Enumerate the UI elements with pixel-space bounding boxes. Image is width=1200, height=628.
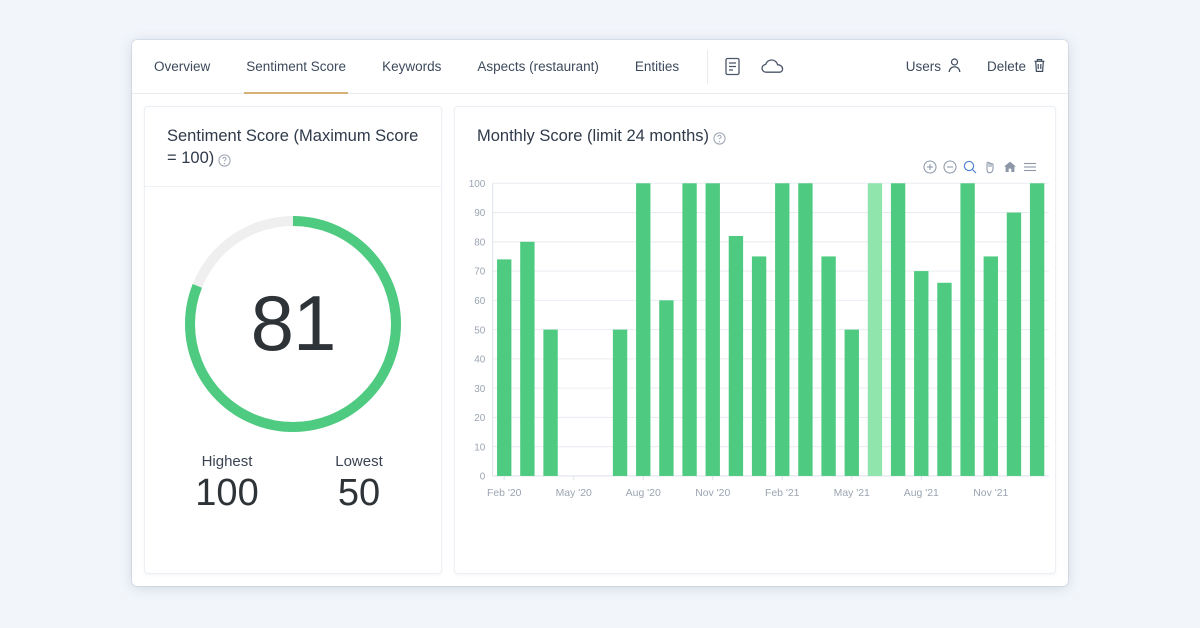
x-axis-tick-label: Feb '20 [487, 488, 522, 499]
help-icon[interactable] [713, 129, 726, 145]
users-button[interactable]: Users [905, 57, 961, 76]
bar[interactable] [1006, 212, 1022, 477]
bar-chart-plot[interactable]: 0 10 20 30 40 50 60 70 80 90 100 Feb '20 May '20 Aug … [455, 177, 1055, 518]
highest-label: Highest [201, 452, 253, 470]
bar[interactable] [890, 183, 906, 477]
bar[interactable] [543, 329, 558, 477]
users-label: Users [905, 59, 941, 74]
y-axis-tick-label: 20 [474, 413, 486, 424]
bar[interactable] [960, 183, 975, 477]
sentiment-score-card: Sentiment Score (Maximum Score = 100) 81… [144, 106, 442, 574]
tab-entities[interactable]: Entities [617, 40, 697, 94]
highest-value: 100 [195, 471, 259, 514]
delete-button[interactable]: Delete [987, 58, 1046, 76]
top-navigation-bar: Overview Sentiment Score Keywords Aspects (… [132, 40, 1068, 94]
tab-keywords[interactable]: Keywords [364, 40, 459, 94]
sentiment-score-title: Sentiment Score (Maximum Score = 100) [145, 107, 441, 187]
gauge-value: 81 [250, 279, 337, 368]
sentiment-score-title-text: Sentiment Score (Maximum Score = 100) [167, 127, 419, 168]
y-axis-tick-label: 100 [469, 179, 486, 190]
bar[interactable] [636, 183, 651, 477]
y-axis-tick-label: 60 [474, 296, 486, 307]
selection-zoom-icon[interactable] [962, 159, 977, 174]
nav-actions: Users Delete [905, 57, 1046, 76]
bar[interactable] [751, 256, 767, 477]
reset-zoom-icon[interactable] [1002, 159, 1017, 174]
monthly-score-chart-area: 0 10 20 30 40 50 60 70 80 90 100 Feb '20 May '20 Aug … [455, 160, 1055, 573]
y-axis-tick-label: 50 [474, 326, 486, 337]
trash-icon [1033, 58, 1046, 76]
x-axis-tick-label: May '20 [556, 488, 592, 499]
bar[interactable] [682, 183, 697, 477]
x-axis-tick-label: Nov '20 [695, 488, 730, 499]
bar[interactable] [705, 183, 720, 477]
bar[interactable] [1029, 183, 1045, 477]
person-icon [948, 57, 961, 76]
tab-aspects-restaurant[interactable]: Aspects (restaurant) [459, 40, 617, 94]
score-stats: Highest 100 Lowest 50 [145, 453, 441, 515]
nav-divider [707, 49, 709, 84]
y-axis-tick-label: 10 [474, 443, 486, 454]
y-axis-tick-label: 30 [474, 384, 486, 395]
y-axis-tick-label: 40 [474, 355, 486, 366]
sentiment-gauge: 81 [178, 209, 408, 439]
lowest-stat: Lowest 50 [293, 453, 425, 515]
panning-icon[interactable] [982, 159, 997, 174]
dashboard-content: Sentiment Score (Maximum Score = 100) 81… [132, 94, 1068, 586]
delete-label: Delete [986, 59, 1026, 74]
bar[interactable] [775, 183, 790, 477]
bar[interactable] [520, 242, 535, 477]
bar[interactable] [821, 256, 836, 477]
bar[interactable] [798, 183, 813, 477]
tab-overview[interactable]: Overview [132, 40, 228, 94]
highest-stat: Highest 100 [161, 453, 293, 515]
lowest-value: 50 [337, 471, 381, 514]
zoom-in-icon[interactable] [922, 159, 937, 174]
monthly-score-title-text: Monthly Score (limit 24 months) [477, 127, 709, 145]
menu-icon[interactable] [1022, 159, 1037, 174]
dashboard-window: Overview Sentiment Score Keywords Aspects (… [132, 40, 1068, 586]
bar[interactable] [983, 256, 998, 477]
y-axis-tick-label: 70 [474, 267, 486, 278]
lowest-label: Lowest [335, 452, 383, 470]
document-icon[interactable] [712, 40, 752, 94]
bar[interactable] [867, 183, 883, 477]
gauge-section: 81 Highest 100 Lowest 50 [145, 187, 441, 573]
zoom-out-icon[interactable] [942, 159, 957, 174]
x-axis-tick-label: Nov '21 [973, 488, 1008, 499]
help-icon[interactable] [218, 151, 231, 168]
y-axis-tick-label: 90 [474, 208, 486, 219]
cloud-icon[interactable] [752, 40, 792, 94]
bar[interactable] [937, 283, 952, 477]
y-axis-tick-label: 0 [480, 472, 486, 483]
monthly-score-card: Monthly Score (limit 24 months) 0 10 20 … [454, 106, 1056, 574]
y-axis-tick-label: 80 [474, 238, 486, 249]
x-axis-tick-label: Aug '20 [626, 488, 661, 499]
tab-sentiment-score[interactable]: Sentiment Score [228, 40, 364, 94]
x-axis-tick-label: Aug '21 [904, 488, 939, 499]
chart-toolbar [922, 159, 1037, 174]
bar[interactable] [497, 259, 512, 477]
x-axis-tick-label: May '21 [834, 488, 870, 499]
bar[interactable] [728, 236, 744, 477]
bar[interactable] [914, 271, 929, 477]
bar[interactable] [612, 329, 628, 477]
bar[interactable] [844, 329, 859, 477]
x-axis-tick-label: Feb '21 [765, 488, 800, 499]
monthly-score-title: Monthly Score (limit 24 months) [455, 107, 1055, 163]
tab-list: Overview Sentiment Score Keywords Aspects (… [132, 40, 697, 94]
bar[interactable] [659, 300, 674, 477]
